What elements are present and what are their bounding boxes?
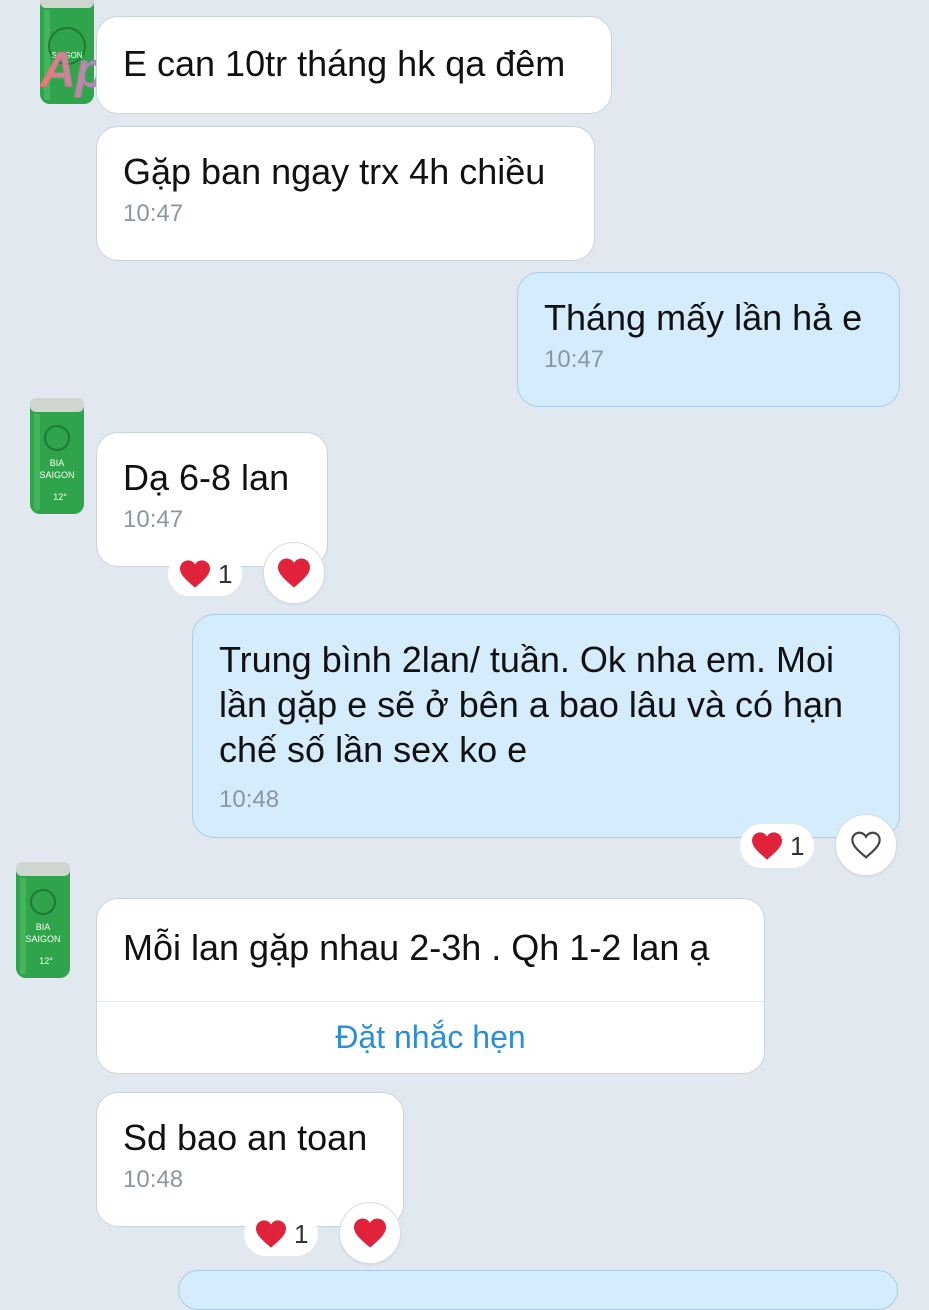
svg-text:SAIGON: SAIGON <box>39 470 74 480</box>
message-bubble-outgoing[interactable]: Tháng mấy lần hả e 10:47 <box>517 272 900 407</box>
react-button[interactable] <box>263 542 325 604</box>
svg-text:12°: 12° <box>39 956 53 966</box>
message-bubble-outgoing[interactable]: Trung bình 2lan/ tuần. Ok nha em. Moi lầ… <box>192 614 900 838</box>
message-time: 10:48 <box>123 1166 184 1193</box>
message-text: Sd bao an toan <box>123 1117 368 1158</box>
beer-can-icon: BIA SAIGON 12° <box>16 862 70 978</box>
message-bubble-incoming[interactable]: Gặp ban ngay trx 4h chiều 10:47 <box>96 126 595 261</box>
heart-icon <box>278 558 310 588</box>
message-time: 10:47 <box>544 346 605 373</box>
svg-text:BIA: BIA <box>50 458 65 468</box>
message-bubble-incoming[interactable]: Mỗi lan gặp nhau 2-3h . Qh 1-2 lan ạ Đặt… <box>96 898 765 1074</box>
message-text: Tháng mấy lần hả e <box>544 297 863 338</box>
message-text: Mỗi lan gặp nhau 2-3h . Qh 1-2 lan ạ <box>123 927 710 968</box>
beer-can-icon: BIA SAIGON 12° <box>30 398 84 514</box>
svg-text:SAIGON: SAIGON <box>25 934 60 944</box>
svg-text:12°: 12° <box>53 492 67 502</box>
message-time: 10:47 <box>123 506 184 533</box>
reaction-count: 1 <box>294 1218 309 1249</box>
message-text: Trung bình 2lan/ tuần. Ok nha em. Moi lầ… <box>219 639 844 770</box>
heart-outline-icon <box>851 831 881 859</box>
message-text: Gặp ban ngay trx 4h chiều <box>123 151 546 192</box>
message-time: 10:47 <box>123 200 184 227</box>
reaction-count: 1 <box>790 830 805 861</box>
heart-icon <box>354 1218 386 1248</box>
set-reminder-button[interactable]: Đặt nhắc hẹn <box>97 1001 764 1073</box>
avatar[interactable]: BIA SAIGON 12° <box>12 858 74 978</box>
svg-text:BIA: BIA <box>36 922 51 932</box>
message-time: 10:48 <box>219 786 280 813</box>
react-button[interactable] <box>339 1202 401 1264</box>
reaction-summary[interactable]: 1 <box>740 824 815 868</box>
heart-icon <box>180 560 210 588</box>
message-bubble-incoming[interactable]: E can 10tr tháng hk qa đêm <box>96 16 612 114</box>
heart-icon <box>256 1220 286 1248</box>
message-text: Dạ 6-8 lan <box>123 457 290 498</box>
message-bubble-outgoing[interactable] <box>178 1270 898 1310</box>
react-button[interactable] <box>835 814 897 876</box>
avatar[interactable]: BIA SAIGON 12° <box>26 394 88 514</box>
reaction-summary[interactable]: 1 <box>244 1212 319 1256</box>
reaction-summary[interactable]: 1 <box>168 552 243 596</box>
message-text: E can 10tr tháng hk qa đêm <box>123 43 566 84</box>
heart-icon <box>752 832 782 860</box>
reaction-count: 1 <box>218 558 233 589</box>
